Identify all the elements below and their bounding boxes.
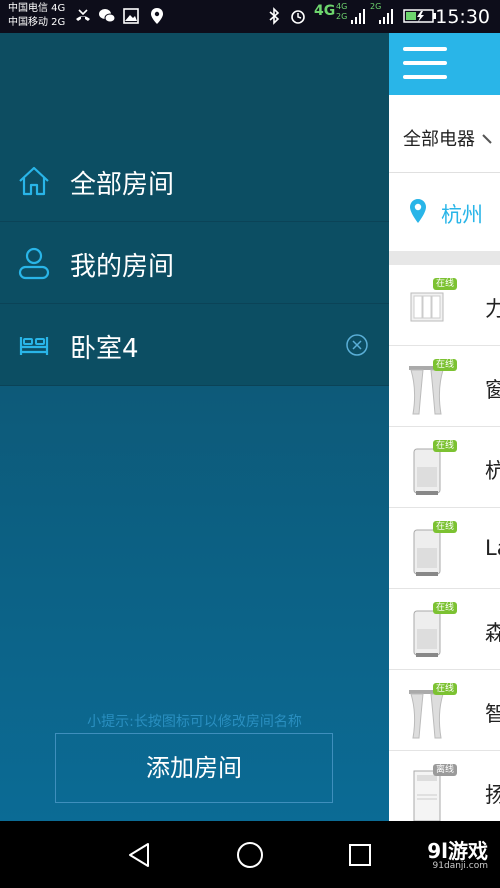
chevron-down-icon bbox=[482, 134, 492, 144]
online-badge: 在线 bbox=[433, 521, 458, 533]
clock: 15:30 bbox=[435, 6, 490, 28]
device-name: 森 bbox=[485, 621, 500, 645]
carrier-info: 中国电信 4G 中国移动 2G bbox=[8, 2, 65, 30]
section-divider bbox=[389, 251, 500, 265]
location-icon bbox=[151, 8, 163, 24]
device-name: 力 bbox=[485, 297, 500, 321]
home-icon bbox=[19, 166, 49, 196]
online-badge: 在线 bbox=[433, 278, 458, 290]
device-name: 杭 bbox=[485, 459, 500, 483]
room-item-all[interactable]: 全部房间 bbox=[0, 140, 389, 222]
device-name: 智 bbox=[485, 702, 500, 726]
bed-icon bbox=[19, 337, 49, 355]
device-name: 窗 bbox=[485, 378, 500, 402]
device-item[interactable]: 在线 森 bbox=[389, 589, 500, 670]
missed-call-icon bbox=[76, 9, 90, 21]
room-label: 卧室4 bbox=[70, 334, 139, 364]
online-badge: 在线 bbox=[433, 359, 458, 371]
device-item[interactable]: 在线 力 bbox=[389, 265, 500, 346]
drawer-header bbox=[0, 33, 389, 140]
location-bar[interactable]: 杭州 bbox=[389, 173, 500, 251]
main-header bbox=[389, 33, 500, 95]
network-small-labels: 4G 2G bbox=[336, 2, 347, 22]
offline-badge: 离线 bbox=[433, 764, 458, 776]
device-filter[interactable]: 全部电器 bbox=[389, 95, 500, 173]
device-panel: 全部电器 杭州 在线 力 在线 窗 在线 杭 在线 L 在线 森 在线 智 离线… bbox=[389, 33, 500, 821]
device-item[interactable]: 离线 扬 bbox=[389, 751, 500, 821]
device-list: 在线 力 在线 窗 在线 杭 在线 L 在线 森 在线 智 离线 扬 bbox=[389, 265, 500, 821]
room-list: 全部房间 我的房间 卧室4 bbox=[0, 140, 389, 386]
signal-icon-2 bbox=[379, 9, 393, 24]
carrier-2: 中国移动 2G bbox=[8, 17, 66, 28]
device-name: La bbox=[485, 536, 500, 560]
home-button-icon[interactable] bbox=[234, 839, 266, 871]
watermark-logo: 9l游戏 bbox=[427, 839, 488, 863]
system-nav-bar: 9l游戏 91danji.com bbox=[0, 821, 500, 888]
network-2g-small-label: 2G bbox=[336, 12, 348, 21]
watermark-url: 91danji.com bbox=[432, 861, 488, 871]
image-icon bbox=[123, 8, 139, 24]
signal-icon-1 bbox=[351, 9, 365, 24]
carrier-1: 中国电信 4G bbox=[8, 3, 66, 14]
network-4g-label: 4G bbox=[314, 3, 336, 19]
device-item[interactable]: 在线 智 bbox=[389, 670, 500, 751]
battery-charging-icon bbox=[403, 9, 436, 23]
remove-room-icon[interactable] bbox=[345, 333, 369, 357]
back-icon[interactable] bbox=[124, 839, 156, 871]
wechat-icon bbox=[99, 9, 116, 23]
room-label: 我的房间 bbox=[70, 252, 175, 282]
menu-icon[interactable] bbox=[403, 47, 447, 81]
hint-text: 小提示:长按图标可以修改房间名称 bbox=[87, 714, 302, 730]
alarm-icon bbox=[291, 10, 305, 24]
status-bar: 中国电信 4G 中国移动 2G 4G 4G 2G 2G 15:30 bbox=[0, 0, 500, 33]
online-badge: 在线 bbox=[433, 683, 458, 695]
location-label: 杭州 bbox=[441, 203, 483, 227]
online-badge: 在线 bbox=[433, 602, 458, 614]
device-item[interactable]: 在线 窗 bbox=[389, 346, 500, 427]
room-item-mine[interactable]: 我的房间 bbox=[0, 222, 389, 304]
filter-label-text: 全部电器 bbox=[403, 129, 475, 150]
room-drawer: 全部房间 我的房间 卧室4 小提示:长按图标可以修改房间名称 添加房间 bbox=[0, 33, 389, 821]
add-room-button[interactable]: 添加房间 bbox=[55, 733, 333, 803]
filter-label: 全部电器 bbox=[403, 125, 495, 151]
person-icon bbox=[18, 247, 50, 280]
network-4g-small-label: 4G bbox=[336, 2, 348, 11]
location-pin-icon bbox=[410, 199, 426, 223]
bluetooth-icon bbox=[269, 7, 280, 25]
room-label: 全部房间 bbox=[70, 170, 175, 200]
device-item[interactable]: 在线 La bbox=[389, 508, 500, 589]
room-item-bedroom[interactable]: 卧室4 bbox=[0, 304, 389, 386]
device-item[interactable]: 在线 杭 bbox=[389, 427, 500, 508]
recent-apps-icon[interactable] bbox=[344, 839, 376, 871]
online-badge: 在线 bbox=[433, 440, 458, 452]
device-name: 扬 bbox=[485, 783, 500, 807]
